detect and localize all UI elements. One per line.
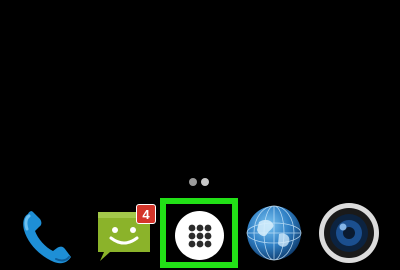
camera-lens-icon	[319, 203, 379, 263]
page-indicator	[189, 178, 213, 188]
app-dock: 4	[0, 196, 400, 268]
grid-dots-icon	[188, 224, 212, 248]
globe-icon	[246, 205, 302, 261]
page-indicator-dot-active	[189, 178, 197, 186]
unread-count-badge: 4	[136, 204, 156, 224]
browser-app-button[interactable]	[245, 204, 303, 262]
messaging-app-button[interactable]: 4	[96, 204, 160, 262]
camera-app-button[interactable]	[318, 202, 380, 264]
app-drawer-circle	[175, 211, 224, 260]
phone-app-button[interactable]	[18, 204, 78, 266]
phone-handset-icon	[23, 211, 71, 264]
page-indicator-dot	[201, 178, 209, 186]
app-drawer-button[interactable]	[160, 198, 238, 268]
